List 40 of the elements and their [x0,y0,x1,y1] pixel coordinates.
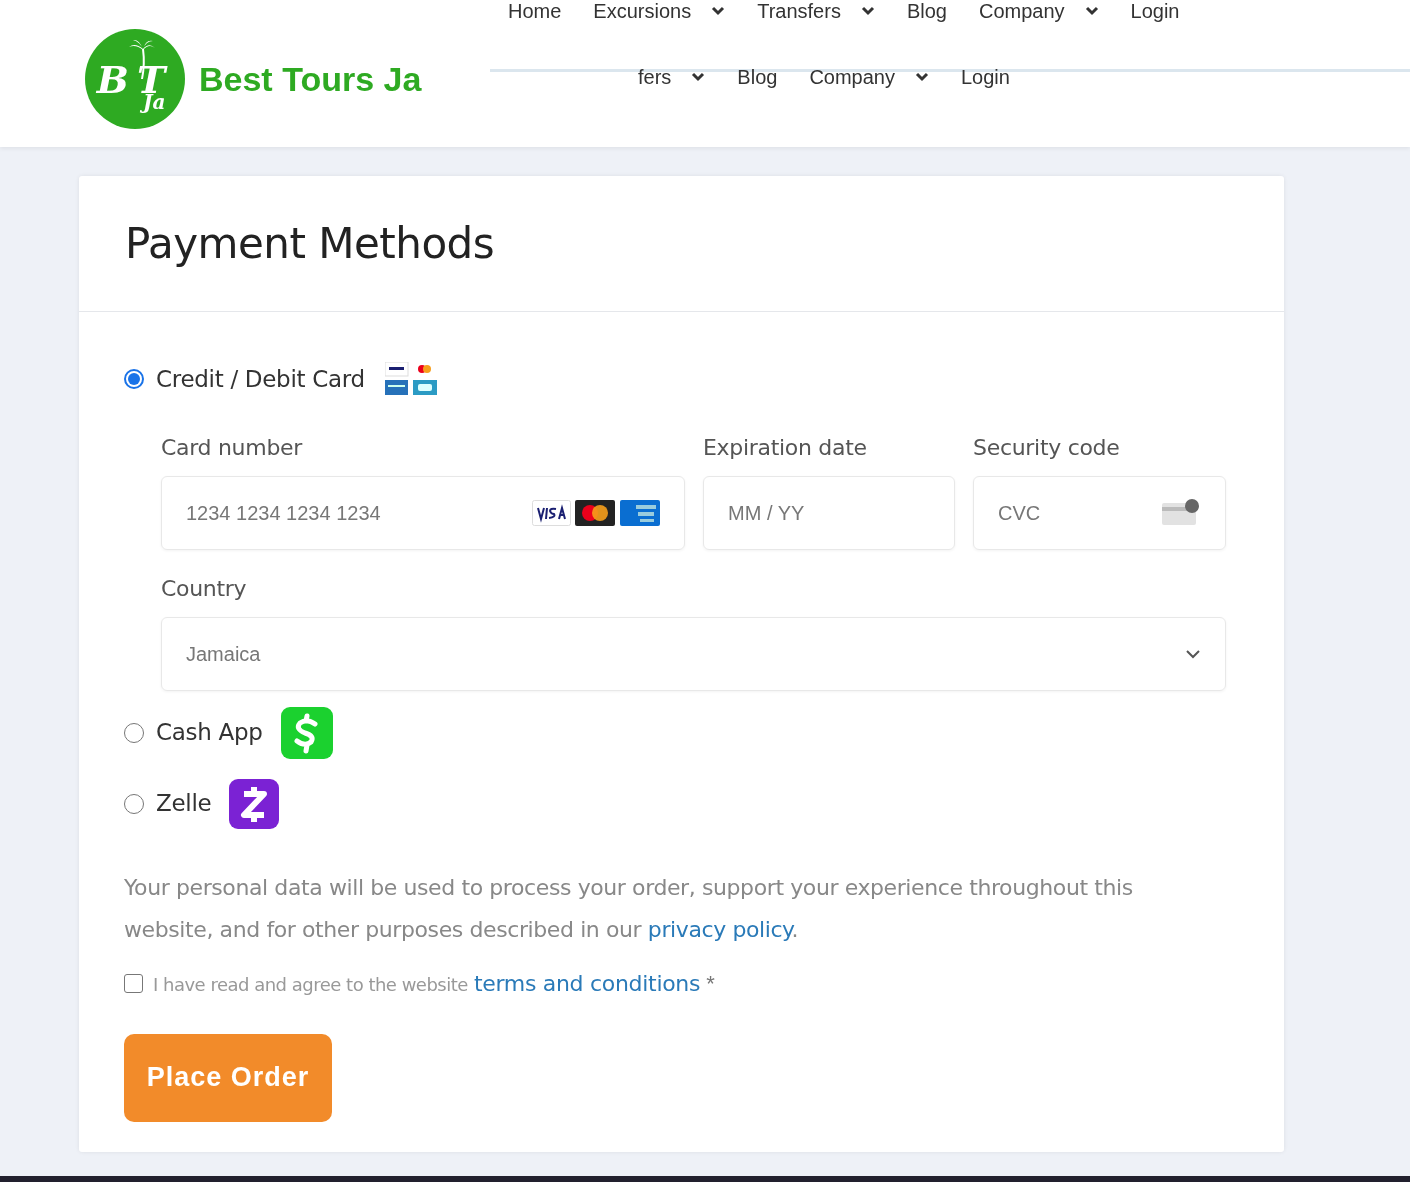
terms-label: I have read and agree to the website [153,972,468,997]
card-back-icon [1161,497,1201,528]
chevron-down-icon[interactable] [1084,6,1099,16]
nav-link[interactable]: Login [961,62,1010,92]
method-label[interactable]: Zelle [156,786,212,821]
chevron-down-icon[interactable] [711,6,726,16]
field-label: Expiration date [703,433,868,462]
z-letter-icon [229,778,280,829]
nav-link[interactable]: Company [978,0,1065,22]
nav-link[interactable]: Home [508,0,562,22]
terms-link[interactable]: terms and conditions [473,966,701,1000]
nav-link[interactable]: Blog [737,62,778,92]
radio-button[interactable] [124,369,144,390]
expiration-date-field[interactable]: MM / YY [703,475,955,550]
required-mark: * [706,969,715,998]
nav-link[interactable]: fers [638,62,672,92]
chevron-down-icon[interactable] [915,72,929,82]
security-code-field[interactable]: CVC [973,475,1226,550]
nav-link[interactable]: Company [809,62,895,92]
chevron-down-icon [1185,648,1201,659]
field-label: Card number [161,433,304,462]
chevron-down-icon[interactable] [860,6,875,16]
chevron-down-icon[interactable] [691,72,706,82]
nav-link[interactable]: Transfers [757,0,841,22]
method-label[interactable]: Cash App [156,715,263,750]
nav-link[interactable]: Login [1130,0,1180,22]
dollar-sign-icon [280,706,333,759]
section-title: Payment Methods [125,218,495,270]
country-select[interactable]: Jamaica [161,616,1226,691]
method-label[interactable]: Credit / Debit Card [156,362,365,397]
privacy-notice: Your personal data will be used to process your order, support your experience throughout this website, and for other purposes described in our privacy policy. [124,873,1134,944]
field-label: Security code [973,433,1121,462]
privacy-policy-link[interactable]: privacy policy [647,916,792,942]
card-brands-icon [532,498,660,527]
card-number-field[interactable]: 1234 1234 1234 1234 [161,475,685,550]
card-brands-icon [384,362,437,397]
field-label: Country [161,574,248,603]
nav-link[interactable]: Excursions [593,0,692,22]
nav-link[interactable]: Blog [906,0,947,22]
checkbox[interactable] [124,973,143,993]
